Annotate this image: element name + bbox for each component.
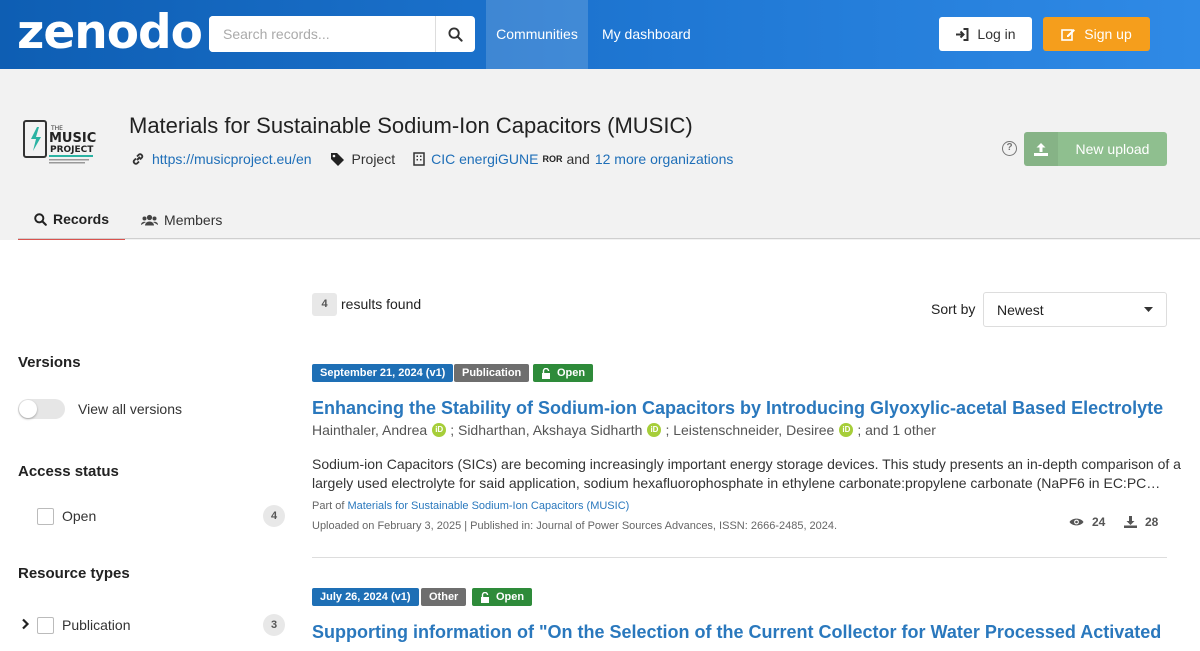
unlock-icon	[542, 367, 550, 379]
chevron-right-icon[interactable]	[21, 618, 30, 630]
record-title-link[interactable]: Enhancing the Stability of Sodium-ion Ca…	[312, 398, 1192, 419]
access-open-checkbox[interactable]	[37, 508, 54, 525]
community-tabs: Records Members	[18, 200, 238, 240]
community-website: https://musicproject.eu/en	[131, 151, 312, 167]
record-divider	[312, 557, 1167, 558]
part-of-label: Part of	[312, 500, 345, 512]
orcid-icon[interactable]: iD	[839, 423, 854, 437]
login-button[interactable]: Log in	[939, 17, 1032, 51]
users-icon	[141, 214, 159, 226]
resource-publication-checkbox[interactable]	[37, 617, 54, 634]
access-open-label: Open	[62, 508, 97, 524]
community-header: THE MUSIC PROJECT Materials for Sustaina…	[0, 69, 1200, 240]
sort-by-label: Sort by	[931, 301, 976, 317]
ror-icon[interactable]: ROR	[542, 154, 562, 164]
search-box	[209, 16, 475, 52]
community-title: Materials for Sustainable Sodium-Ion Cap…	[129, 113, 693, 138]
building-icon	[413, 152, 425, 166]
record-abstract-line-2: largely used electrolyte for said applic…	[312, 475, 1164, 491]
record-upload-info: Uploaded on February 3, 2025 | Published…	[312, 520, 838, 532]
search-icon	[448, 26, 463, 42]
help-icon[interactable]: ?	[1002, 141, 1017, 156]
edit-icon	[1061, 29, 1076, 41]
part-of-community-link[interactable]: Materials for Sustainable Sodium-Ion Cap…	[347, 500, 629, 512]
record-access-badge: Open	[472, 588, 533, 606]
record-access-label: Open	[557, 367, 586, 379]
signup-label: Sign up	[1084, 26, 1132, 42]
sort-select[interactable]: Newest	[983, 292, 1167, 327]
community-type-label: Project	[351, 151, 396, 167]
authors-more: and 1 other	[865, 422, 936, 438]
record-access-label: Open	[496, 591, 525, 603]
tab-members-label: Members	[164, 212, 223, 228]
resource-types-facet-title: Resource types	[18, 565, 130, 582]
record-downloads: 28	[1124, 515, 1158, 529]
nav-communities[interactable]: Communities	[486, 0, 588, 69]
more-organizations-link[interactable]: 12 more organizations	[595, 151, 734, 167]
community-type: Project	[330, 151, 396, 167]
resource-publication-label: Publication	[62, 617, 131, 633]
search-icon	[34, 212, 47, 226]
record-views: 24	[1069, 515, 1105, 529]
zenodo-logo[interactable]: zenodo	[17, 4, 203, 62]
and-label: and	[566, 151, 590, 167]
view-all-versions-toggle[interactable]	[18, 399, 65, 419]
logo-text-project: PROJECT	[50, 145, 94, 155]
results-found-label: results found	[341, 296, 422, 312]
sort-select-value: Newest	[997, 301, 1044, 318]
community-organizations: CIC energiGUNE ROR and 12 more organizat…	[413, 151, 733, 167]
record-type-badge: Other	[421, 588, 467, 606]
record-abstract: Sodium-ion Capacitors (SICs) are becomin…	[312, 455, 1181, 493]
record-downloads-count: 28	[1145, 515, 1159, 529]
record-access-badge: Open	[533, 364, 594, 382]
author-link[interactable]: Hainthaler, Andrea	[312, 422, 427, 438]
record-date-badge: September 21, 2024 (v1)	[312, 364, 454, 382]
record-views-count: 24	[1092, 515, 1106, 529]
tabs-divider	[18, 238, 1200, 239]
versions-facet-title: Versions	[18, 354, 81, 371]
record-date-badge: July 26, 2024 (v1)	[312, 588, 419, 606]
orcid-icon[interactable]: iD	[432, 423, 447, 437]
author-link[interactable]: Leistenschneider, Desiree	[673, 422, 834, 438]
record-title-link[interactable]: Supporting information of "On the Select…	[312, 622, 1192, 643]
tab-records-label: Records	[53, 211, 110, 227]
search-input[interactable]	[209, 16, 435, 52]
caret-down-icon	[1144, 306, 1153, 312]
upload-icon	[1024, 132, 1058, 166]
record-part-of: Part of Materials for Sustainable Sodium…	[312, 500, 629, 512]
download-icon	[1124, 516, 1137, 528]
eye-icon	[1069, 518, 1084, 526]
search-button[interactable]	[435, 16, 475, 52]
resource-publication-count: 3	[263, 614, 285, 636]
tab-members[interactable]: Members	[125, 200, 238, 240]
new-upload-label: New upload	[1075, 141, 1150, 157]
community-logo[interactable]: THE MUSIC PROJECT	[22, 115, 98, 175]
organization-link[interactable]: CIC energiGUNE	[431, 151, 538, 167]
results-count-badge: 4	[312, 293, 337, 316]
record-type-badge: Publication	[454, 364, 530, 382]
new-upload-button[interactable]: New upload	[1024, 132, 1167, 166]
login-label: Log in	[977, 26, 1016, 42]
record-abstract-line-1: Sodium-ion Capacitors (SICs) are becomin…	[312, 456, 1181, 472]
logo-text-music: MUSIC	[49, 131, 96, 146]
author-link[interactable]: Sidharthan, Akshaya Sidharth	[458, 422, 642, 438]
tag-icon	[330, 153, 344, 166]
top-navbar: zenodo Communities My dashboard Log in S…	[0, 0, 1200, 69]
nav-my-dashboard[interactable]: My dashboard	[602, 0, 691, 69]
tab-records[interactable]: Records	[18, 200, 126, 240]
link-icon	[132, 153, 144, 165]
unlock-icon	[481, 591, 489, 603]
signup-button[interactable]: Sign up	[1043, 17, 1150, 51]
view-all-versions-label: View all versions	[78, 401, 183, 417]
community-website-link[interactable]: https://musicproject.eu/en	[152, 151, 312, 167]
access-status-facet-title: Access status	[18, 463, 119, 480]
community-meta: https://musicproject.eu/en Project CIC e…	[131, 151, 751, 167]
sign-in-icon	[956, 27, 969, 41]
access-open-count: 4	[263, 505, 285, 527]
record-authors: Hainthaler, Andrea iD; Sidharthan, Aksha…	[312, 422, 936, 438]
orcid-icon[interactable]: iD	[647, 423, 662, 437]
